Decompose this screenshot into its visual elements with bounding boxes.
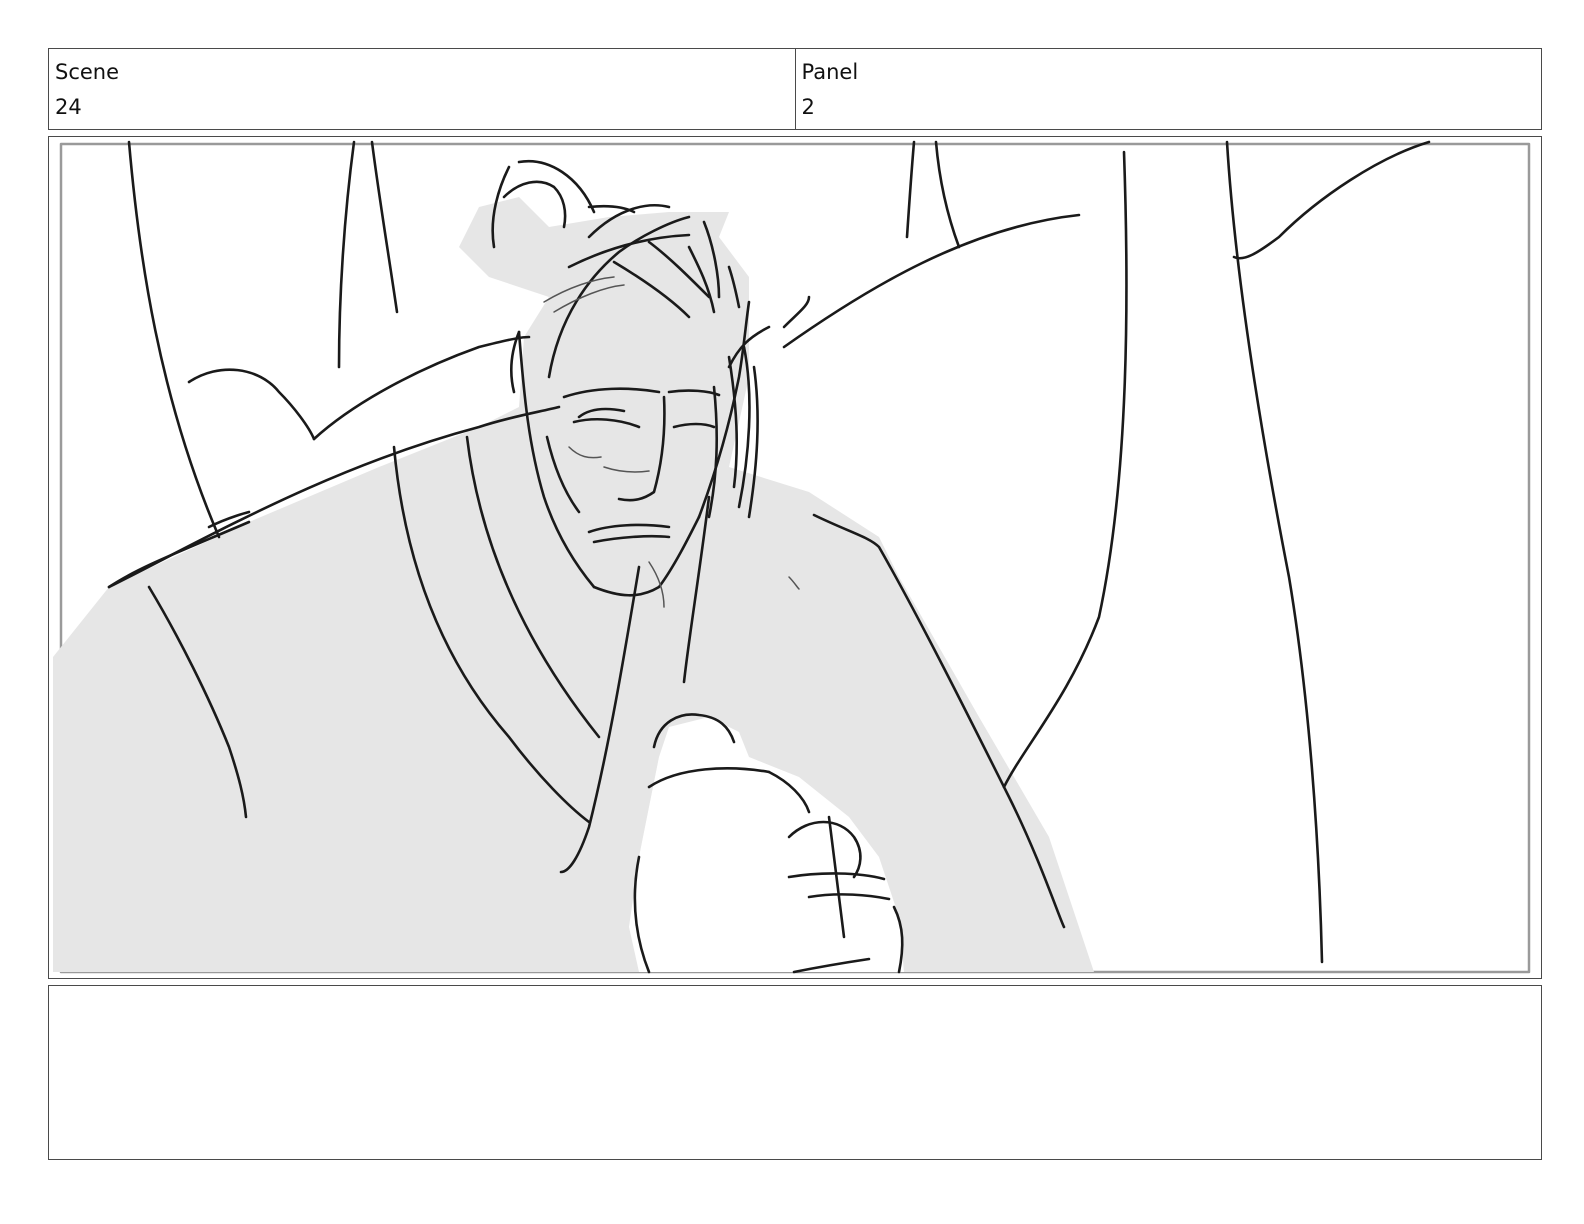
samurai-sketch-icon (53, 140, 1531, 974)
storyboard-header: Scene 24 Panel 2 (48, 48, 1542, 130)
panel-cell: Panel 2 (794, 49, 1542, 129)
storyboard-panel (48, 136, 1542, 979)
panel-number: 2 (801, 95, 815, 119)
scene-label: Scene (55, 60, 120, 84)
robe-tone (53, 197, 1094, 972)
panel-notes (48, 985, 1542, 1160)
panel-label: Panel (801, 60, 859, 84)
scene-number: 24 (55, 95, 82, 119)
scene-cell: Scene 24 (49, 49, 795, 129)
